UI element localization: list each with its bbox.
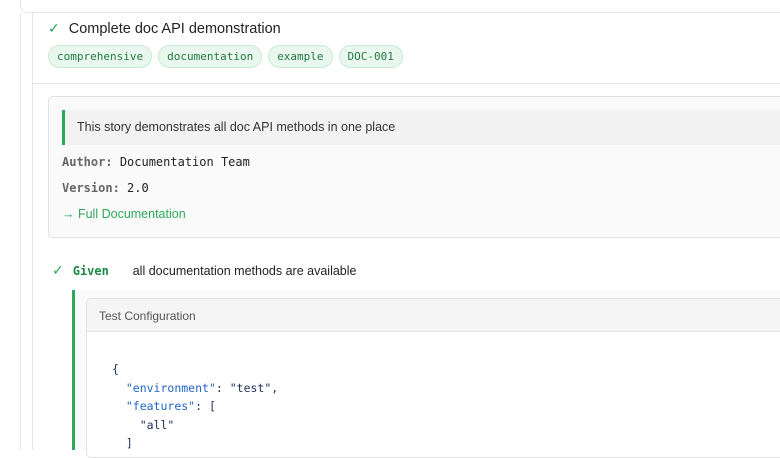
check-icon: ✓ [52,262,64,278]
doc-box: This story demonstrates all doc API meth… [48,96,780,238]
author-value: Documentation Team [119,155,250,169]
step-keyword: Given [72,263,109,278]
author-label: Author: [62,155,113,169]
tag-list: comprehensive documentation example DOC-… [48,45,403,68]
step-bar [72,290,75,450]
tag[interactable]: documentation [158,45,263,68]
previous-card [20,0,780,13]
code-value: : [ [195,399,216,413]
description-quote: This story demonstrates all doc API meth… [62,110,780,145]
step-row[interactable]: ✓ Given all documentation methods are av… [52,262,356,279]
version-value: 2.0 [127,181,149,195]
check-icon: ✓ [48,20,60,36]
code-key: "environment" [125,380,216,395]
author-line: Author: Documentation Team [62,155,250,169]
full-documentation-link[interactable]: → Full Documentation [62,207,186,221]
code-token: { [112,362,119,376]
divider [32,83,780,84]
tag[interactable]: comprehensive [48,45,153,68]
step-text: all documentation methods are available [132,263,357,278]
code-value: : "test", [215,380,279,395]
code-value: "all" [139,417,175,432]
code-token: ] [125,436,133,450]
tag[interactable]: example [268,45,333,68]
attachment-title[interactable]: Test Configuration [87,299,780,332]
version-label: Version: [62,181,120,195]
code-block: { "environment": "test", "features": [ "… [87,332,780,453]
scenario-title: Complete doc API demonstration [68,20,281,37]
inner-border [32,13,33,450]
tag[interactable]: DOC-001 [338,45,403,68]
code-key: "features" [125,399,196,413]
version-line: Version: 2.0 [62,181,149,195]
attachment-panel: Test Configuration { "environment": "tes… [86,298,780,458]
scenario-header[interactable]: ✓ Complete doc API demonstration compreh… [48,20,403,68]
outer-border [20,13,21,450]
